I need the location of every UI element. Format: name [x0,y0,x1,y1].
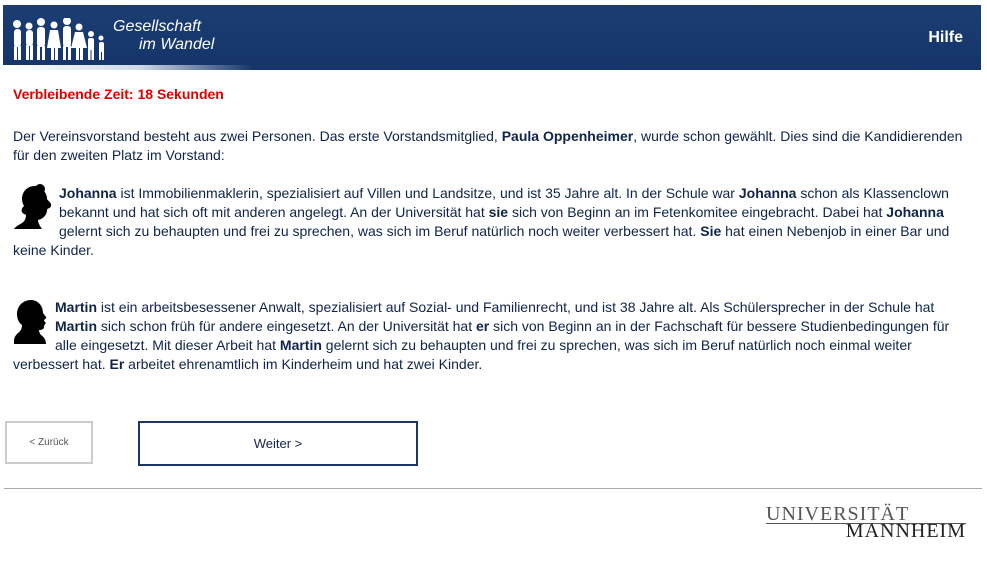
first-member-name: Paula Oppenheimer [501,128,634,144]
intro-part-1: Der Vereinsvorstand besteht aus zwei Per… [13,128,502,144]
candidate-pronoun: Er [109,356,125,372]
header-bar: Gesellschaft im Wandel Hilfe [3,5,981,70]
university-logo-line-2: MANNHEIM [845,520,966,542]
man-profile-icon [14,300,47,344]
candidate-name: Johanna [738,185,797,201]
next-button[interactable]: Weiter > [138,421,418,466]
woman-profile-icon [14,184,52,229]
candidate-name: Johanna [59,185,117,201]
candidate-text: sich schon früh für andere eingesetzt. A… [97,318,476,334]
candidate-pronoun: sie [488,204,509,220]
logo-text: Gesellschaft im Wandel [113,18,214,54]
candidate-johanna: Johanna ist Immobilienmaklerin, speziali… [13,184,968,260]
candidate-name: Martin [55,318,97,334]
people-silhouette-icon [13,18,104,60]
candidate-pronoun: er [475,318,490,334]
candidate-name: Martin [279,337,322,353]
footer-divider [4,488,982,489]
intro-text: Der Vereinsvorstand besteht aus zwei Per… [13,127,963,165]
header-underline [3,65,253,70]
candidate-text: gelernt sich zu behaupten und frei zu sp… [59,223,701,239]
back-button[interactable]: < Zurück [5,421,93,464]
logo-line-1: Gesellschaft [113,18,202,35]
candidate-name: Johanna [886,204,944,220]
university-logo: UNIVERSITÄT MANNHEIM [766,503,966,543]
candidate-pronoun: Sie [700,223,722,239]
candidate-martin: Martin ist ein arbeitsbesessener Anwalt,… [13,298,968,374]
candidate-text: sich von Beginn an im Fetenkomitee einge… [508,204,887,220]
help-link[interactable]: Hilfe [928,29,963,47]
candidate-text: arbeitet ehrenamtlich im Kinderheim und … [124,356,483,372]
candidate-text: ist ein arbeitsbesessener Anwalt, spezia… [97,299,935,315]
logo-line-2: im Wandel [139,36,215,53]
candidate-text: ist Immobilienmaklerin, spezialisiert au… [116,185,739,201]
countdown-timer: Verbleibende Zeit: 18 Sekunden [13,86,224,102]
candidate-name: Martin [55,299,97,315]
